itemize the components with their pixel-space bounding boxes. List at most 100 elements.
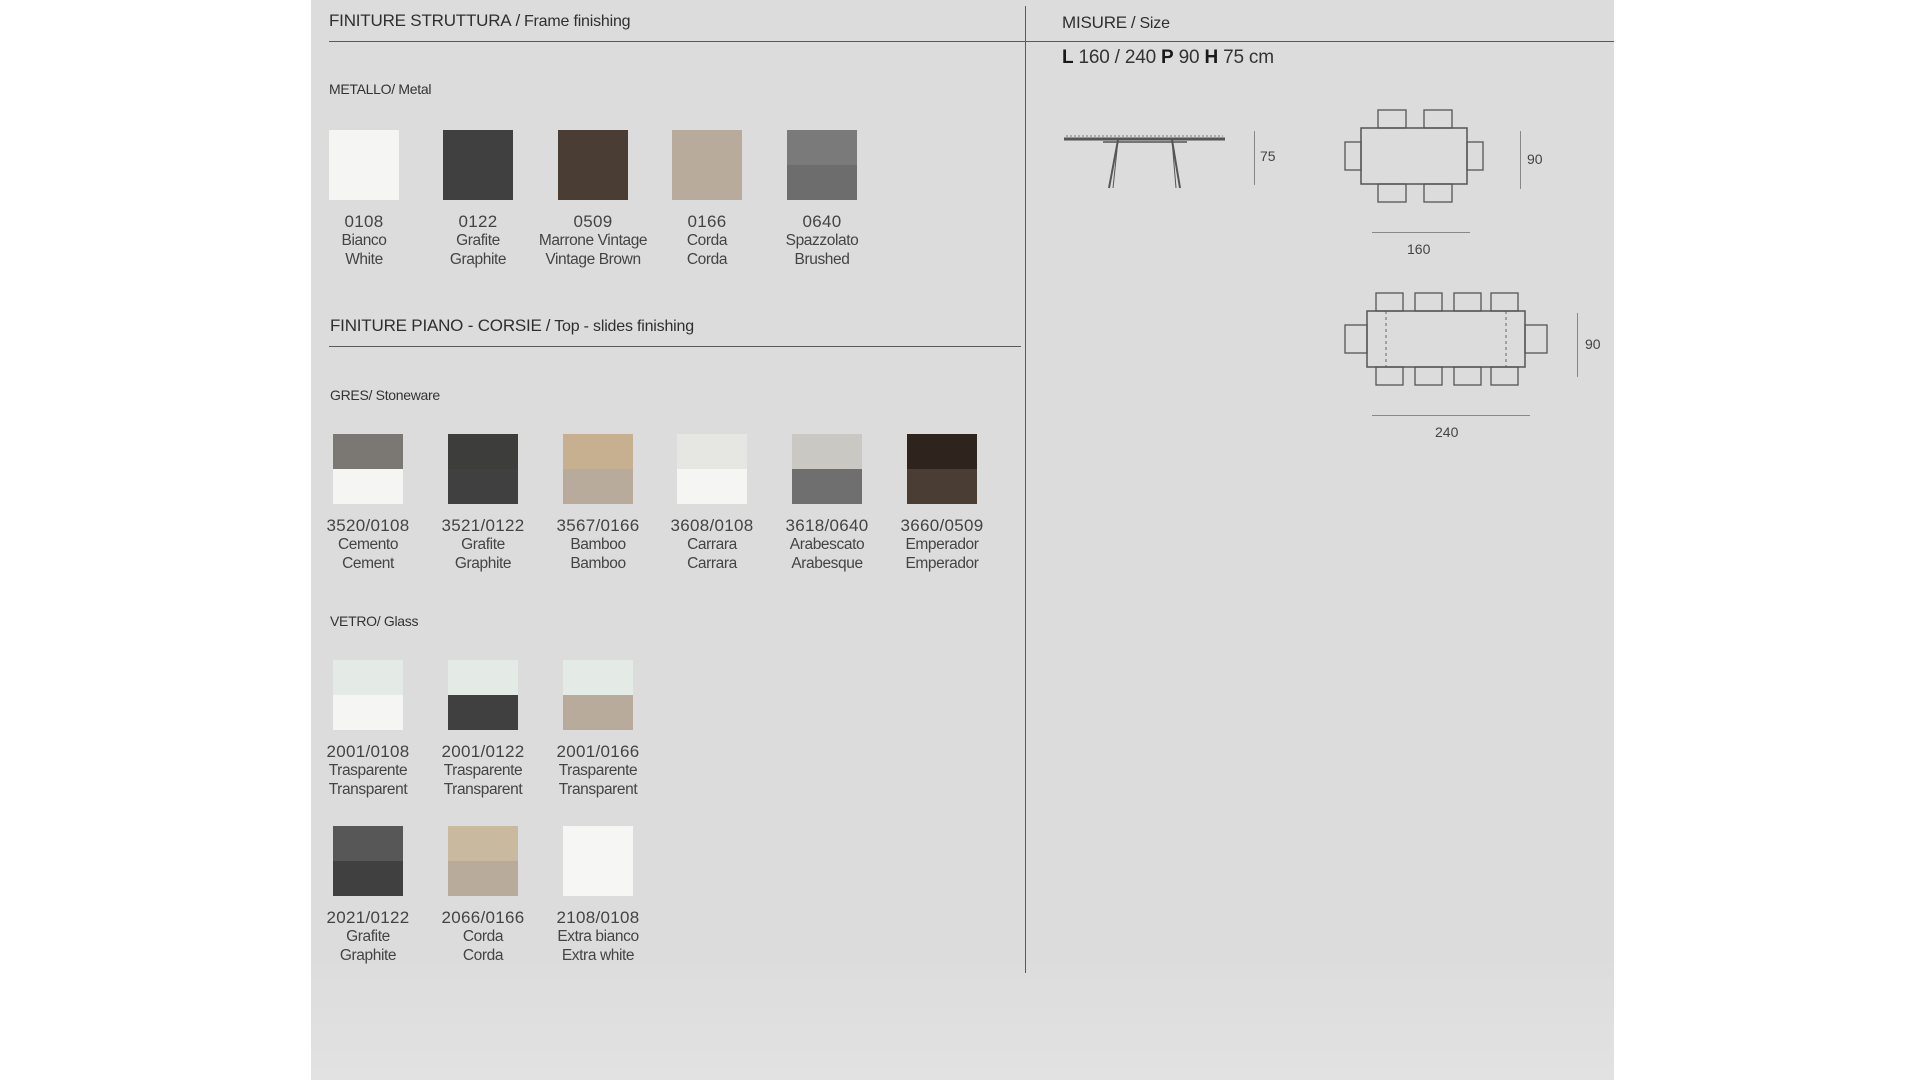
swatch-name-it: Trasparente: [558, 762, 638, 779]
height-value: 75 cm: [1223, 47, 1274, 68]
color-swatch: [448, 660, 518, 730]
swatch-bottom-half: [333, 695, 403, 730]
swatch-top-half: [443, 130, 513, 165]
frame-finishing-title: FINITURE STRUTTURA / Frame finishing: [329, 11, 631, 31]
color-swatch: [333, 660, 403, 730]
frame-title-en: Frame finishing: [523, 13, 631, 30]
color-swatch: [448, 434, 518, 504]
glass-label: VETRO/ Glass: [330, 613, 419, 629]
swatch-bottom-half: [333, 861, 403, 896]
swatch-bottom-half: [672, 165, 742, 200]
plan-240-length-label: 240: [1435, 424, 1459, 440]
color-swatch: [448, 826, 518, 896]
color-swatch: [563, 660, 633, 730]
header-divider: [329, 41, 1614, 42]
swatch-top-half: [677, 434, 747, 469]
swatch-top-half: [448, 826, 518, 861]
gres-label: GRES/ Stoneware: [330, 387, 440, 403]
size-title: MISURE / Size: [1062, 13, 1170, 33]
table-side-view-drawing: [1064, 135, 1225, 189]
swatch-top-half: [792, 434, 862, 469]
top-title-it: FINITURE PIANO - CORSIE: [330, 316, 542, 335]
swatch-top-half: [333, 826, 403, 861]
swatch-name-en: Transparent: [558, 781, 638, 798]
plan-240-length-line: [1372, 415, 1530, 416]
swatch-bottom-half: [443, 165, 513, 200]
title-separator: /: [515, 11, 520, 30]
swatch-bottom-half: [563, 469, 633, 504]
swatch-top-half: [329, 130, 399, 165]
size-title-it: MISURE: [1062, 13, 1127, 32]
plan-160-depth-label: 90: [1527, 151, 1543, 167]
swatch-bottom-half: [677, 469, 747, 504]
length-label: L: [1062, 47, 1074, 68]
swatch-top-half: [672, 130, 742, 165]
table-plan-160-drawing: [1344, 109, 1484, 203]
size-title-en: Size: [1139, 15, 1170, 32]
swatch-bottom-half: [448, 695, 518, 730]
swatch-top-half: [787, 130, 857, 165]
color-swatch: [787, 130, 857, 200]
top-section-divider: [329, 346, 1021, 347]
swatch-name-it: Emperador: [905, 536, 979, 553]
spec-sheet: FINITURE STRUTTURA / Frame finishing METAL…: [311, 0, 1614, 1080]
plan-160-length-label: 160: [1407, 241, 1431, 257]
swatch-bottom-half: [563, 861, 633, 896]
color-swatch: [792, 434, 862, 504]
depth-label: P: [1161, 47, 1174, 68]
swatch-2108-0108: 2108/0108 Extra bianco Extra white: [528, 826, 668, 965]
swatch-bottom-half: [448, 861, 518, 896]
swatch-code: 0640: [802, 212, 842, 231]
swatch-top-half: [563, 826, 633, 861]
color-swatch: [907, 434, 977, 504]
plan-160-length-line: [1372, 232, 1470, 233]
side-height-dimension-line: [1254, 131, 1255, 185]
color-swatch: [443, 130, 513, 200]
color-swatch: [563, 434, 633, 504]
plan-160-depth-line: [1520, 131, 1521, 189]
swatch-top-half: [448, 434, 518, 469]
swatch-top-half: [563, 434, 633, 469]
title-separator: /: [1130, 13, 1136, 32]
swatch-code: 3660/0509: [900, 516, 984, 535]
swatch-name-en: Emperador: [905, 555, 979, 572]
swatch-bottom-half: [792, 469, 862, 504]
swatch-bottom-half: [558, 165, 628, 200]
swatch-bottom-half: [333, 469, 403, 504]
table-plan-240-drawing: [1344, 292, 1548, 386]
color-swatch: [558, 130, 628, 200]
top-title-en: Top - slides finishing: [554, 318, 694, 335]
swatch-bottom-half: [787, 165, 857, 200]
plan-240-depth-label: 90: [1585, 336, 1601, 352]
swatch-top-half: [563, 660, 633, 695]
plan-240-depth-line: [1577, 313, 1578, 377]
metal-label: METALLO/ Metal: [329, 81, 432, 97]
side-height-label: 75: [1260, 148, 1276, 164]
top-finishing-title: FINITURE PIANO - CORSIE / Top - slides fin…: [330, 316, 694, 336]
height-label: H: [1204, 47, 1218, 68]
depth-value: 90: [1178, 47, 1200, 68]
swatch-2001-0166: 2001/0166 Trasparente Transparent: [528, 660, 668, 799]
color-swatch: [672, 130, 742, 200]
color-swatch: [329, 130, 399, 200]
swatch-name-it: Spazzolato: [785, 232, 859, 249]
swatch-top-half: [448, 660, 518, 695]
color-swatch: [563, 826, 633, 896]
swatch-bottom-half: [329, 165, 399, 200]
swatch-top-half: [333, 660, 403, 695]
column-divider: [1025, 6, 1026, 973]
swatch-0640: 0640 Spazzolato Brushed: [752, 130, 892, 269]
frame-title-it: FINITURE STRUTTURA: [329, 11, 512, 30]
title-separator: /: [545, 316, 551, 335]
swatch-name-en: Brushed: [794, 251, 850, 268]
swatch-name-en: Extra white: [561, 947, 635, 964]
swatch-bottom-half: [448, 469, 518, 504]
color-swatch: [333, 434, 403, 504]
swatch-top-half: [333, 434, 403, 469]
color-swatch: [333, 826, 403, 896]
swatch-bottom-half: [563, 695, 633, 730]
swatch-bottom-half: [907, 469, 977, 504]
swatch-name-it: Extra bianco: [557, 928, 639, 945]
swatch-code: 2108/0108: [556, 908, 640, 927]
color-swatch: [677, 434, 747, 504]
